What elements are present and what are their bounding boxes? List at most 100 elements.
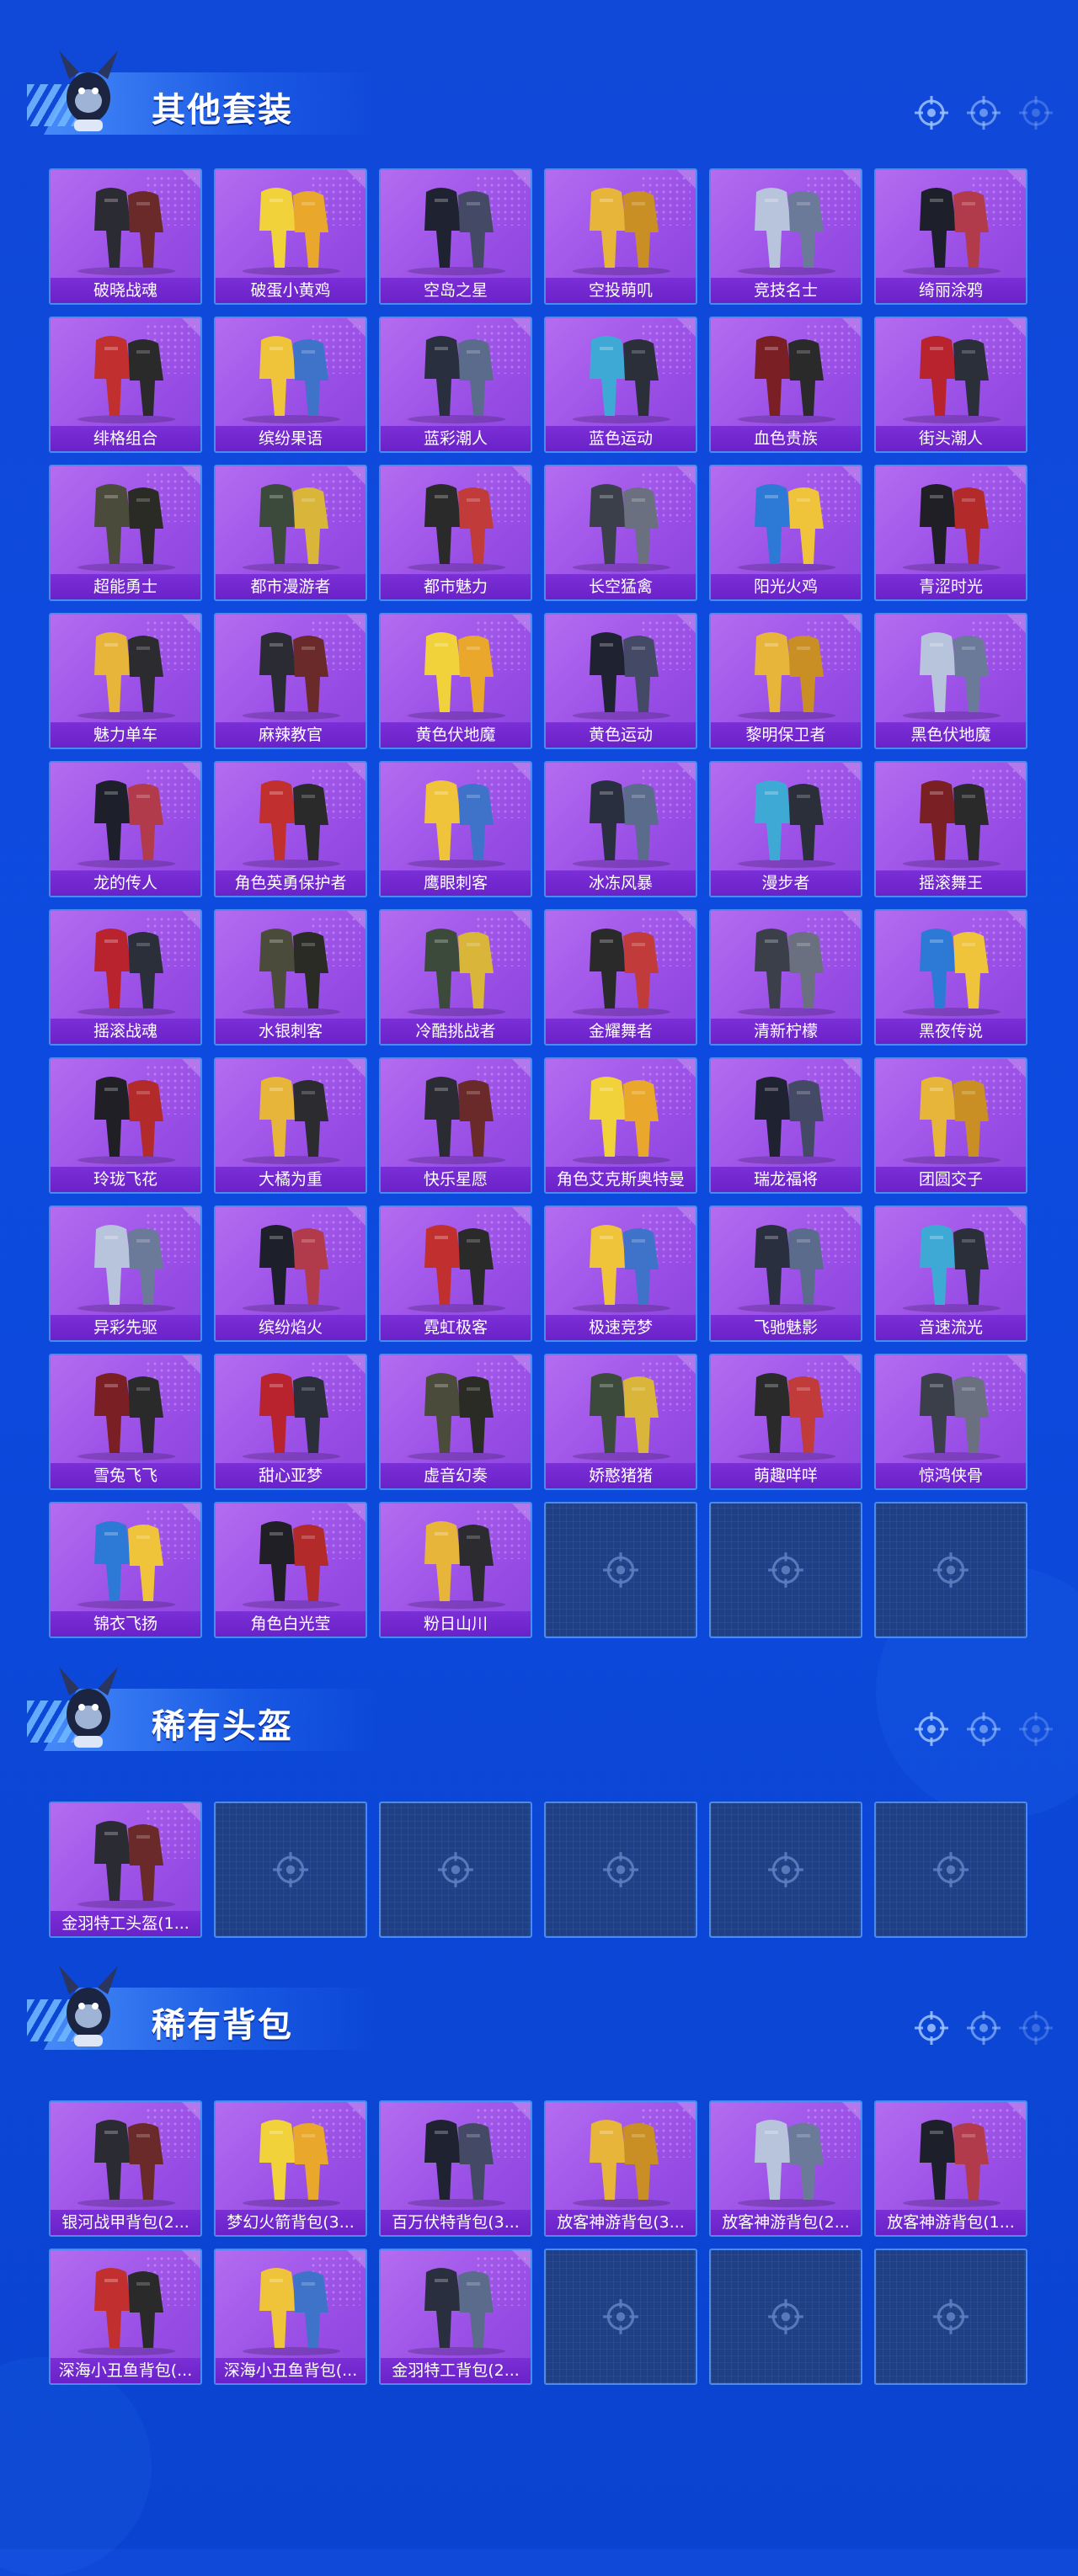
item-card[interactable]: 锦衣飞扬	[49, 1502, 202, 1638]
item-label: 空岛之星	[381, 278, 531, 303]
crosshair-icon	[768, 1852, 803, 1887]
item-card[interactable]: 街头潮人	[874, 317, 1027, 453]
item-card[interactable]: 黎明保卫者	[709, 613, 862, 749]
item-card[interactable]: 龙的传人	[49, 761, 202, 897]
item-label: 黄色运动	[546, 722, 696, 748]
item-card[interactable]: 空投萌叽	[544, 168, 697, 305]
item-card[interactable]: 黄色运动	[544, 613, 697, 749]
item-card[interactable]: 雪兔飞飞	[49, 1354, 202, 1490]
item-card[interactable]: 深海小丑鱼背包(...	[49, 2249, 202, 2385]
item-card[interactable]: 金羽特工背包(2...	[379, 2249, 532, 2385]
item-card[interactable]: 团圆交子	[874, 1057, 1027, 1194]
item-card[interactable]: 惊鸿侠骨	[874, 1354, 1027, 1490]
item-card[interactable]: 音速流光	[874, 1206, 1027, 1342]
item-image	[573, 188, 670, 275]
item-card[interactable]: 阳光火鸡	[709, 465, 862, 601]
item-card[interactable]: 都市漫游者	[214, 465, 367, 601]
item-card[interactable]: 飞驰魅影	[709, 1206, 862, 1342]
empty-slot	[874, 1502, 1027, 1638]
item-card[interactable]: 大橘为重	[214, 1057, 367, 1194]
item-card[interactable]: 虚音幻奏	[379, 1354, 532, 1490]
item-card[interactable]: 角色白光莹	[214, 1502, 367, 1638]
item-card[interactable]: 银河战甲背包(2...	[49, 2100, 202, 2237]
item-card[interactable]: 甜心亚梦	[214, 1354, 367, 1490]
item-card[interactable]: 金羽特工头盔(1...	[49, 1802, 202, 1938]
item-card[interactable]: 极速竞梦	[544, 1206, 697, 1342]
item-card[interactable]: 空岛之星	[379, 168, 532, 305]
item-label: 青涩时光	[876, 574, 1026, 599]
item-card[interactable]: 蓝彩潮人	[379, 317, 532, 453]
item-image	[77, 484, 175, 572]
item-card[interactable]: 血色贵族	[709, 317, 862, 453]
item-card[interactable]: 金耀舞者	[544, 909, 697, 1046]
item-image	[243, 2268, 340, 2355]
item-card[interactable]: 青涩时光	[874, 465, 1027, 601]
item-card[interactable]: 都市魅力	[379, 465, 532, 601]
empty-slot	[544, 1502, 697, 1638]
background-decoration	[0, 2357, 152, 2576]
item-image	[77, 188, 175, 275]
item-card[interactable]: 超能勇士	[49, 465, 202, 601]
item-card[interactable]: 长空猛禽	[544, 465, 697, 601]
item-card[interactable]: 快乐星愿	[379, 1057, 532, 1194]
item-card[interactable]: 绯格组合	[49, 317, 202, 453]
item-card[interactable]: 鹰眼刺客	[379, 761, 532, 897]
item-card[interactable]: 角色英勇保护者	[214, 761, 367, 897]
item-card[interactable]: 摇滚战魂	[49, 909, 202, 1046]
item-card[interactable]: 异彩先驱	[49, 1206, 202, 1342]
item-card[interactable]: 摇滚舞王	[874, 761, 1027, 897]
item-image	[903, 484, 1001, 572]
item-label: 粉日山川	[381, 1611, 531, 1637]
item-card[interactable]: 漫步者	[709, 761, 862, 897]
item-label: 黎明保卫者	[711, 722, 861, 748]
item-image	[77, 929, 175, 1016]
item-card[interactable]: 冷酷挑战者	[379, 909, 532, 1046]
item-label: 音速流光	[876, 1315, 1026, 1340]
item-label: 金羽特工背包(2...	[381, 2358, 531, 2383]
item-image	[77, 2268, 175, 2355]
item-card[interactable]: 冰冻风暴	[544, 761, 697, 897]
crosshair-icon	[603, 2299, 638, 2334]
item-label: 虚音幻奏	[381, 1463, 531, 1488]
item-label: 银河战甲背包(2...	[51, 2210, 200, 2235]
item-card[interactable]: 放客神游背包(3...	[544, 2100, 697, 2237]
item-card[interactable]: 玲珑飞花	[49, 1057, 202, 1194]
item-card[interactable]: 水银刺客	[214, 909, 367, 1046]
item-card[interactable]: 缤纷果语	[214, 317, 367, 453]
item-card[interactable]: 放客神游背包(1...	[874, 2100, 1027, 2237]
item-image	[573, 1077, 670, 1164]
item-card[interactable]: 霓虹极客	[379, 1206, 532, 1342]
item-card[interactable]: 黄色伏地魔	[379, 613, 532, 749]
item-card[interactable]: 百万伏特背包(3...	[379, 2100, 532, 2237]
item-card[interactable]: 缤纷焰火	[214, 1206, 367, 1342]
item-label: 破晓战魂	[51, 278, 200, 303]
item-card[interactable]: 竞技名士	[709, 168, 862, 305]
item-card[interactable]: 梦幻火箭背包(3...	[214, 2100, 367, 2237]
item-card[interactable]: 角色艾克斯奥特曼	[544, 1057, 697, 1194]
item-card[interactable]: 黑色伏地魔	[874, 613, 1027, 749]
crosshair-icon	[967, 2011, 1001, 2045]
item-image	[903, 1077, 1001, 1164]
item-card[interactable]: 麻辣教官	[214, 613, 367, 749]
item-card[interactable]: 破晓战魂	[49, 168, 202, 305]
item-label: 冷酷挑战者	[381, 1019, 531, 1044]
item-card[interactable]: 黑夜传说	[874, 909, 1027, 1046]
empty-slot	[709, 2249, 862, 2385]
item-card[interactable]: 娇憨猪猪	[544, 1354, 697, 1490]
item-card[interactable]: 清新柠檬	[709, 909, 862, 1046]
section-title: 稀有头盔	[152, 1707, 293, 1746]
item-card[interactable]: 破蛋小黄鸡	[214, 168, 367, 305]
item-card[interactable]: 魅力单车	[49, 613, 202, 749]
item-image	[738, 336, 835, 423]
item-card[interactable]: 粉日山川	[379, 1502, 532, 1638]
item-card[interactable]: 瑞龙福将	[709, 1057, 862, 1194]
item-label: 都市漫游者	[216, 574, 366, 599]
item-label: 清新柠檬	[711, 1019, 861, 1044]
item-image	[573, 780, 670, 868]
item-card[interactable]: 深海小丑鱼背包(...	[214, 2249, 367, 2385]
crosshair-icon	[915, 1712, 948, 1746]
item-card[interactable]: 蓝色运动	[544, 317, 697, 453]
item-card[interactable]: 绮丽涂鸦	[874, 168, 1027, 305]
item-card[interactable]: 萌趣咩咩	[709, 1354, 862, 1490]
item-card[interactable]: 放客神游背包(2...	[709, 2100, 862, 2237]
